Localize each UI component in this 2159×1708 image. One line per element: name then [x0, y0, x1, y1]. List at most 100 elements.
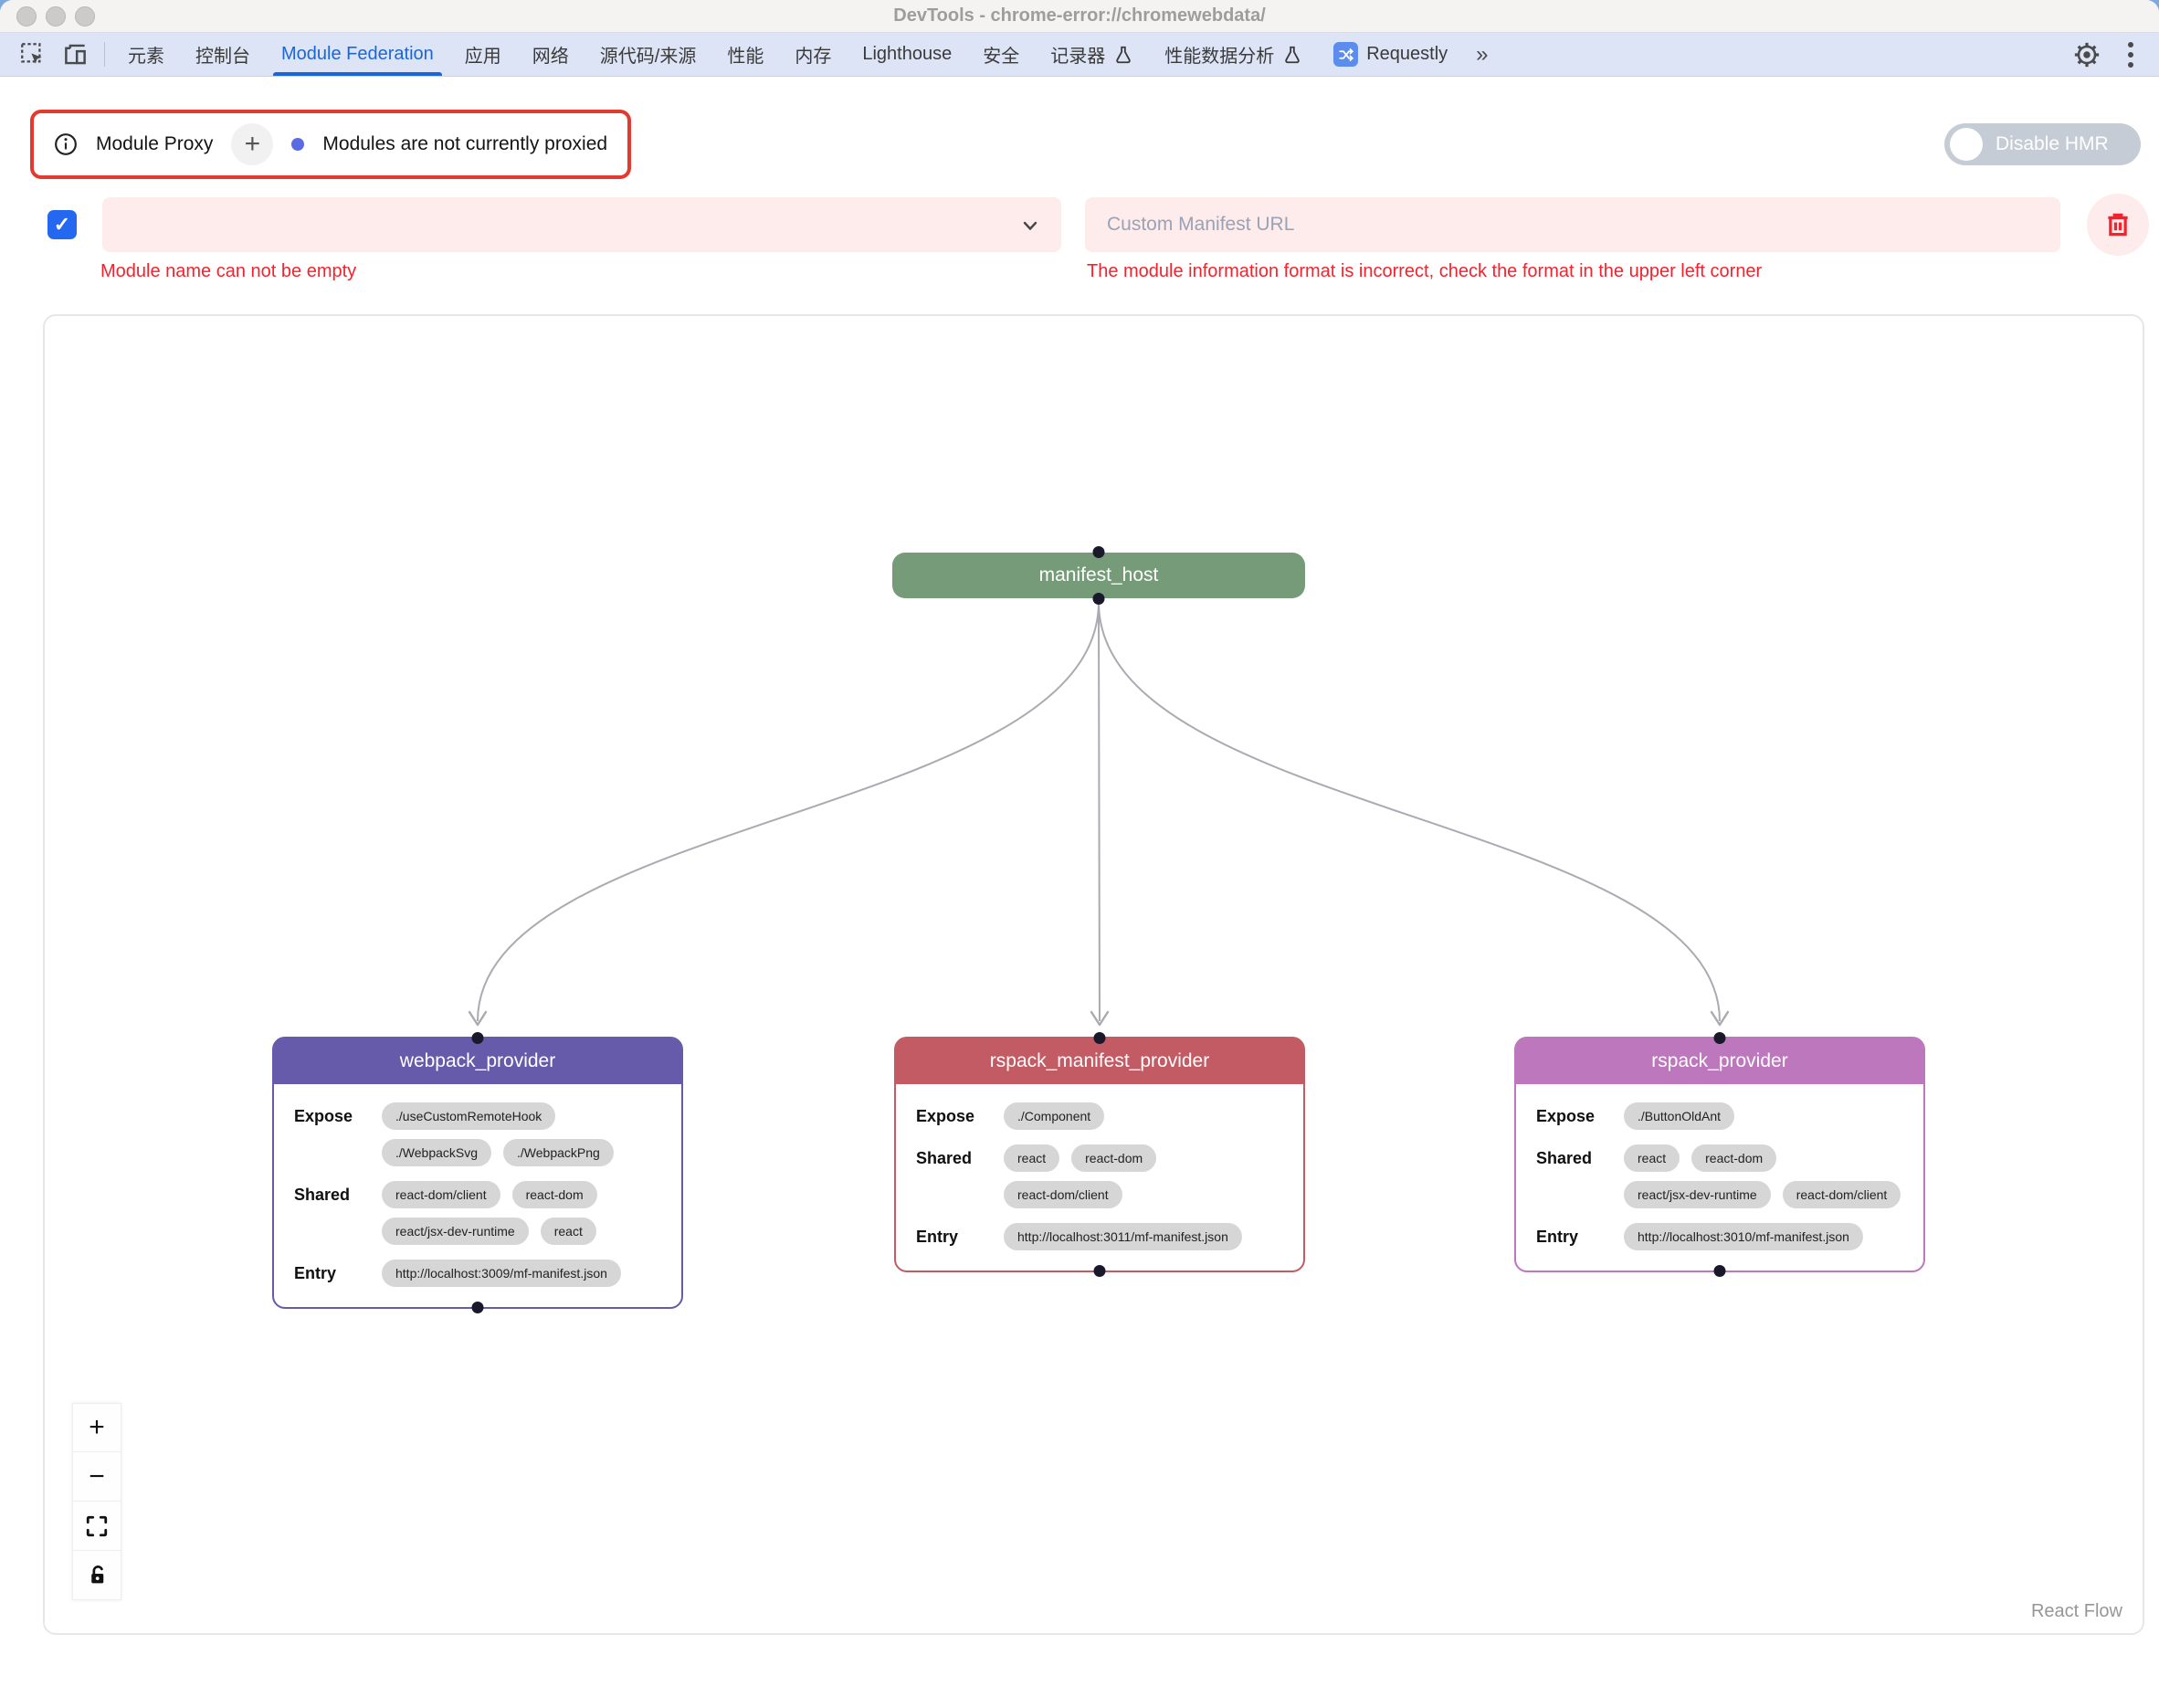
node-handle-bottom[interactable] [1714, 1265, 1726, 1277]
validation-errors: Module name can not be empty The module … [0, 261, 2159, 289]
tab-记录器[interactable]: 记录器 [1035, 33, 1149, 76]
node-title: rspack_manifest_provider [896, 1039, 1303, 1084]
module-pill: http://localhost:3011/mf-manifest.json [1004, 1223, 1242, 1250]
node-title: webpack_provider [274, 1039, 681, 1084]
node-section-expose: Expose./useCustomRemoteHook ./WebpackSvg.… [294, 1102, 663, 1166]
section-label: Expose [1536, 1102, 1624, 1130]
info-icon [54, 132, 78, 156]
module-name-select[interactable] [102, 197, 1061, 252]
module-pill: ./WebpackPng [503, 1139, 614, 1166]
react-flow-attribution[interactable]: React Flow [2031, 1601, 2122, 1622]
tab-label: 性能 [727, 41, 764, 68]
experiment-flask-icon [1113, 45, 1133, 65]
node-title: manifest_host [1039, 564, 1159, 586]
devtools-menu-kebab-icon[interactable] [2117, 42, 2144, 68]
flow-edges [45, 316, 2144, 1635]
fit-view-button[interactable] [72, 1502, 121, 1551]
section-label: Shared [294, 1181, 382, 1245]
module-name-error: Module name can not be empty [100, 261, 356, 282]
node-section-entry: Entryhttp://localhost:3010/mf-manifest.j… [1536, 1223, 1905, 1250]
window-title: DevTools - chrome-error://chromewebdata/ [0, 5, 2159, 26]
module-pill: react-dom [1071, 1144, 1156, 1172]
react-flow-canvas[interactable]: manifest_hostwebpack_providerExpose./use… [43, 314, 2144, 1635]
tab-应用[interactable]: 应用 [449, 33, 517, 76]
module-pill: react [1004, 1144, 1059, 1172]
tab-内存[interactable]: 内存 [779, 33, 847, 76]
flow-edge[interactable] [1099, 602, 1720, 1021]
module-pill: ./useCustomRemoteHook [382, 1102, 555, 1130]
node-handle-top[interactable] [1094, 1032, 1106, 1044]
node-handle-top[interactable] [472, 1032, 484, 1044]
custom-manifest-url-input[interactable] [1085, 197, 2060, 252]
settings-gear-icon[interactable] [2064, 41, 2110, 69]
requestly-icon [1333, 42, 1358, 67]
tab-性能[interactable]: 性能 [711, 33, 779, 76]
node-body: Expose./ButtonOldAntSharedreactreact-dom… [1516, 1084, 1923, 1270]
manifest-format-error: The module information format is incorre… [1087, 261, 1762, 282]
flow-edge[interactable] [478, 602, 1099, 1021]
node-handle-bottom[interactable] [1094, 1265, 1106, 1277]
section-label: Entry [1536, 1223, 1624, 1250]
tab-requestly[interactable]: Requestly [1318, 33, 1463, 76]
module-pill: react/jsx-dev-runtime [382, 1218, 529, 1245]
tab-控制台[interactable]: 控制台 [180, 33, 266, 76]
add-proxy-button[interactable]: + [231, 123, 273, 165]
zoom-in-button[interactable]: + [72, 1403, 121, 1452]
section-label: Entry [294, 1260, 382, 1287]
devtools-window: DevTools - chrome-error://chromewebdata/… [0, 0, 2159, 1708]
node-section-shared: Sharedreactreact-domreact-dom/client [916, 1144, 1285, 1208]
flow-node-manifest_host[interactable]: manifest_host [892, 553, 1305, 598]
node-handle-top[interactable] [1714, 1032, 1726, 1044]
zoom-out-button[interactable]: − [72, 1452, 121, 1502]
delete-module-button[interactable] [2087, 194, 2149, 256]
node-section-shared: Sharedreact-dom/clientreact-domreact/jsx… [294, 1181, 663, 1245]
flow-node-rspack_manifest_provider[interactable]: rspack_manifest_providerExpose./Componen… [894, 1037, 1305, 1272]
tab-lighthouse[interactable]: Lighthouse [847, 33, 967, 76]
tab-网络[interactable]: 网络 [517, 33, 585, 76]
node-handle-top[interactable] [1093, 546, 1105, 558]
tab-安全[interactable]: 安全 [967, 33, 1035, 76]
module-pill: http://localhost:3010/mf-manifest.json [1624, 1223, 1863, 1250]
flow-node-rspack_provider[interactable]: rspack_providerExpose./ButtonOldAntShare… [1514, 1037, 1925, 1272]
titlebar: DevTools - chrome-error://chromewebdata/ [0, 0, 2159, 33]
disable-hmr-toggle[interactable]: Disable HMR [1944, 123, 2141, 165]
module-pill: react [1624, 1144, 1680, 1172]
tab-性能数据分析[interactable]: 性能数据分析 [1149, 33, 1318, 76]
experiment-flask-icon [1282, 45, 1302, 65]
node-body: Expose./ComponentSharedreactreact-domrea… [896, 1084, 1303, 1270]
node-body: Expose./useCustomRemoteHook ./WebpackSvg.… [274, 1084, 681, 1307]
flow-node-webpack_provider[interactable]: webpack_provider Expose./useCustomRemoteH… [272, 1037, 683, 1309]
tab-label: Lighthouse [862, 44, 952, 65]
module-pill: ./WebpackSvg [382, 1139, 491, 1166]
node-handle-bottom[interactable] [1093, 593, 1105, 605]
section-label: Expose [294, 1102, 382, 1166]
inspect-element-icon[interactable] [11, 33, 54, 76]
trash-icon [2104, 211, 2132, 238]
tab-module-federation[interactable]: Module Federation [266, 33, 449, 76]
tab-label: 源代码/来源 [600, 41, 697, 68]
device-toolbar-icon[interactable] [54, 33, 97, 76]
node-handle-bottom[interactable] [472, 1302, 484, 1313]
disable-hmr-label: Disable HMR [1996, 133, 2109, 155]
tab-label: 内存 [795, 41, 831, 68]
lock-toggle-button[interactable] [72, 1551, 121, 1600]
devtools-tabbar: 元素控制台 Module Federation 应用网络源代码/来源 性能 内存 Ligh… [0, 33, 2159, 77]
module-enabled-checkbox[interactable]: ✓ [47, 210, 77, 239]
tab-label: 应用 [465, 41, 501, 68]
tab-label: 控制台 [195, 41, 250, 68]
unlock-icon [86, 1564, 109, 1587]
toolbar-separator [104, 42, 105, 67]
module-pill: react/jsx-dev-runtime [1624, 1181, 1771, 1208]
tab-源代码/来源[interactable]: 源代码/来源 [585, 33, 712, 76]
tab-元素[interactable]: 元素 [112, 33, 180, 76]
module-proxy-banner: Module Proxy + Modules are not currently… [30, 110, 631, 179]
proxy-status-text: Modules are not currently proxied [322, 133, 607, 155]
module-pill: react-dom [1691, 1144, 1776, 1172]
flow-edge[interactable] [1099, 602, 1100, 1021]
module-pill: react-dom [512, 1181, 597, 1208]
tab-label: 记录器 [1050, 41, 1105, 68]
more-tabs-button[interactable]: » [1463, 33, 1499, 76]
module-pill: ./ButtonOldAnt [1624, 1102, 1734, 1130]
node-section-shared: Sharedreactreact-domreact/jsx-dev-runtim… [1536, 1144, 1905, 1208]
section-label: Shared [916, 1144, 1004, 1208]
